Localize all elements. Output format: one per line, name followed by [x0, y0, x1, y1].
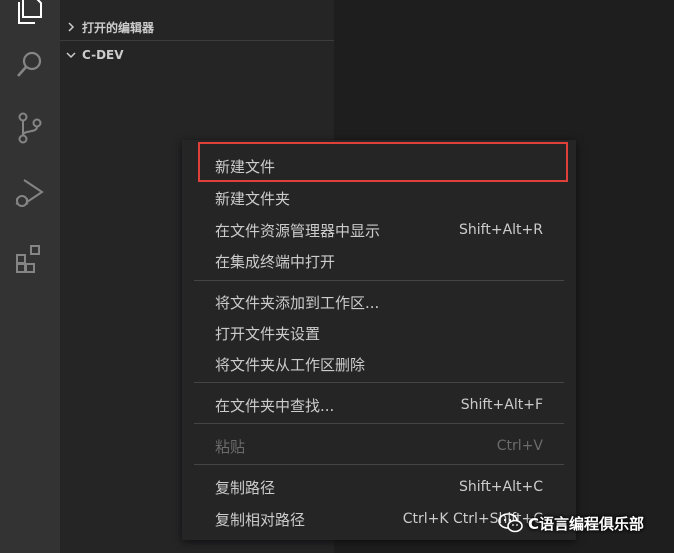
- menu-item-label: 在文件夹中查找...: [215, 396, 335, 415]
- menu-separator: [194, 382, 564, 383]
- menu-item-shortcut: Shift+Alt+R: [459, 222, 543, 238]
- menu-item-label: 新建文件: [215, 157, 276, 176]
- menu-item-label: 打开文件夹设置: [215, 324, 321, 343]
- menu-item-reveal-in-explorer[interactable]: 在文件资源管理器中显示 Shift+Alt+R: [182, 215, 576, 245]
- menu-item-label: 复制路径: [215, 478, 276, 497]
- chevron-right-icon: [60, 22, 82, 32]
- menu-item-label: 在集成终端中打开: [215, 252, 336, 271]
- wechat-icon: [498, 513, 523, 533]
- menu-item-add-folder-to-workspace[interactable]: 将文件夹添加到工作区...: [182, 287, 576, 317]
- menu-item-label: 新建文件夹: [215, 189, 291, 208]
- menu-item-paste: 粘贴 Ctrl+V: [182, 431, 576, 461]
- chevron-down-icon: [60, 50, 82, 60]
- menu-item-new-file[interactable]: 新建文件: [182, 151, 576, 181]
- menu-item-remove-folder-from-workspace[interactable]: 将文件夹从工作区删除: [182, 349, 576, 379]
- menu-item-shortcut: Shift+Alt+C: [458, 479, 543, 495]
- workspace-header[interactable]: C-DEV: [60, 42, 334, 68]
- extensions-icon[interactable]: [0, 231, 60, 287]
- watermark: C语言编程俱乐部: [498, 510, 644, 536]
- menu-separator: [194, 464, 564, 465]
- menu-separator: [194, 423, 564, 424]
- menu-item-label: 在文件资源管理器中显示: [215, 221, 381, 240]
- menu-item-label: 粘贴: [215, 437, 246, 456]
- menu-separator: [194, 280, 564, 281]
- explorer-icon[interactable]: [0, 0, 60, 38]
- menu-item-shortcut: Shift+Alt+F: [460, 397, 543, 413]
- run-debug-icon[interactable]: [0, 165, 60, 221]
- open-editors-label: 打开的编辑器: [82, 20, 155, 35]
- workspace-label: C-DEV: [82, 48, 124, 62]
- menu-item-label: 将文件夹从工作区删除: [215, 355, 366, 374]
- context-menu: 新建文件 新建文件夹 在文件资源管理器中显示 Shift+Alt+R 在集成终端…: [182, 140, 576, 540]
- open-editors-header[interactable]: 打开的编辑器: [60, 14, 334, 40]
- menu-item-open-in-terminal[interactable]: 在集成终端中打开: [182, 246, 576, 276]
- section-divider: [60, 40, 334, 41]
- menu-item-copy-path[interactable]: 复制路径 Shift+Alt+C: [182, 472, 576, 502]
- source-control-icon[interactable]: [0, 100, 60, 156]
- menu-item-open-folder-settings[interactable]: 打开文件夹设置: [182, 318, 576, 348]
- search-icon[interactable]: [0, 36, 60, 92]
- menu-item-label: 将文件夹添加到工作区...: [215, 293, 380, 312]
- activity-bar: [0, 0, 60, 553]
- menu-item-new-folder[interactable]: 新建文件夹: [182, 183, 576, 213]
- menu-item-label: 复制相对路径: [215, 510, 306, 529]
- menu-item-shortcut: Ctrl+V: [496, 438, 543, 454]
- watermark-text: C语言编程俱乐部: [528, 514, 645, 533]
- menu-item-find-in-folder[interactable]: 在文件夹中查找... Shift+Alt+F: [182, 390, 576, 420]
